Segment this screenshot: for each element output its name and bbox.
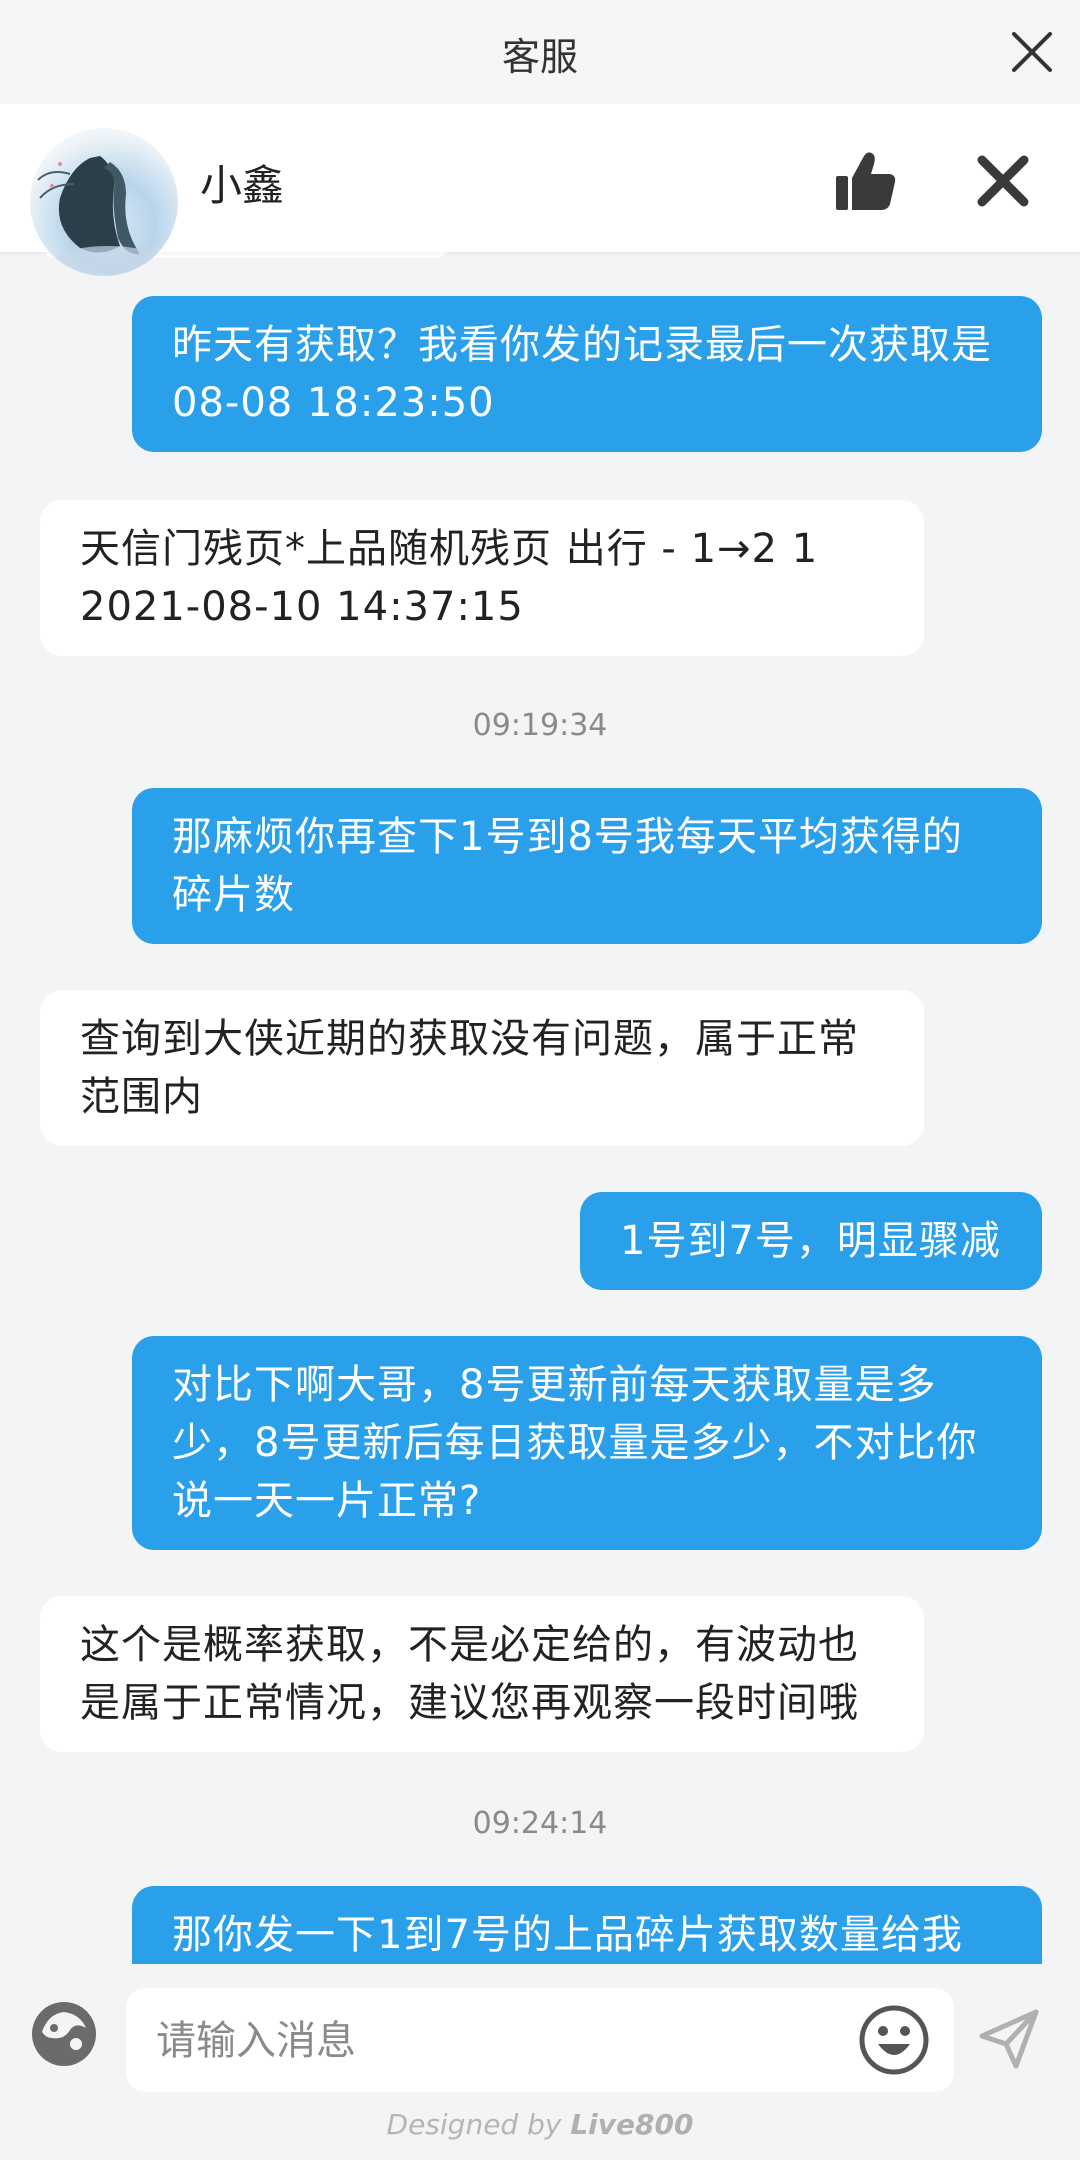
- incoming-message: 天信门残页*上品随机残页 出行 - 1→2 1 2021-08-10 14:37…: [40, 500, 924, 656]
- powered-by-footer: Designed by Live800: [0, 2108, 1080, 2141]
- agent-name: 小鑫: [200, 161, 285, 210]
- send-icon[interactable]: [976, 2006, 1042, 2072]
- emoji-icon[interactable]: [858, 2004, 930, 2076]
- title-bar: 客服: [0, 0, 1080, 104]
- outgoing-message: 那麻烦你再查下1号到8号我每天平均获得的碎片数: [132, 788, 1042, 944]
- timestamp: 09:19:34: [472, 708, 608, 743]
- thumbs-up-icon[interactable]: [832, 148, 900, 216]
- close-window-icon[interactable]: [1006, 26, 1058, 78]
- more-options-icon[interactable]: [28, 1998, 100, 2070]
- chat-page: 客服 小鑫 昨天有获取？我看你发的记录最后一次获取是08-08 18:23:50…: [0, 0, 1080, 2160]
- outgoing-message: 对比下啊大哥，8号更新前每天获取量是多少，8号更新后每日获取量是多少，不对比你说…: [132, 1336, 1042, 1550]
- input-bar: Designed by Live800: [0, 1964, 1080, 2160]
- message-list[interactable]: 昨天有获取？我看你发的记录最后一次获取是08-08 18:23:50 天信门残页…: [0, 252, 1080, 1964]
- footer-brand: Live800: [570, 2108, 694, 2141]
- incoming-message: 查询到大侠近期的获取没有问题，属于正常范围内: [40, 990, 924, 1146]
- message-input[interactable]: [154, 1988, 838, 2094]
- message-input-box[interactable]: [126, 1988, 954, 2094]
- page-title: 客服: [501, 35, 578, 79]
- timestamp: 09:24:14: [472, 1806, 608, 1841]
- outgoing-message: 1号到7号，明显骤减: [580, 1192, 1042, 1290]
- agent-avatar: [30, 128, 178, 276]
- incoming-message: 这个是概率获取，不是必定给的，有波动也是属于正常情况，建议您再观察一段时间哦: [40, 1596, 924, 1752]
- outgoing-message: 那你发一下1到7号的上品碎片获取数量给我: [132, 1886, 1042, 1964]
- outgoing-message: 昨天有获取？我看你发的记录最后一次获取是08-08 18:23:50: [132, 296, 1042, 452]
- end-chat-icon[interactable]: [974, 152, 1032, 210]
- footer-designed-by: Designed by: [386, 2108, 562, 2141]
